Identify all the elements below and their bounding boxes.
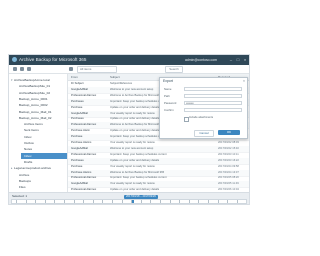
timeline-tick (25, 200, 27, 203)
timeline-tick (208, 200, 209, 203)
tree-item[interactable]: Backups (16, 178, 67, 184)
timeline-tick (131, 200, 133, 203)
timeline-tick (236, 200, 238, 203)
tree-item[interactable]: Inbox (21, 134, 67, 140)
status-bar: Selected: 1 2017/03/18 – 2017/03/26 (9, 192, 249, 204)
timeline-tick (227, 200, 229, 203)
tree-item-label: Notes (24, 147, 33, 152)
tree-item[interactable]: ArchiveBackupSite_01 (16, 83, 67, 89)
tree-item[interactable]: Outbox (21, 140, 67, 146)
minimize-button[interactable]: – (228, 57, 234, 62)
tree-item-label: ArchiveBackupSite_01 (19, 84, 51, 89)
timeline-tick (73, 200, 75, 203)
tree-item[interactable]: Archive Items (21, 121, 67, 127)
tree-item-label: Sent Items (24, 128, 39, 133)
tree-item[interactable]: Archive (16, 172, 67, 178)
filter-icon[interactable] (69, 67, 73, 71)
tree-item-label: Backup_Acme_Mail_01 (19, 109, 52, 114)
app-logo-icon (12, 57, 17, 62)
user-account[interactable]: admin@contoso.com (185, 56, 217, 64)
dialog-close-icon[interactable]: × (243, 79, 245, 84)
search-button[interactable]: Search (165, 66, 183, 73)
timeline-tick (121, 200, 123, 203)
tree-item[interactable]: Files (16, 184, 67, 190)
toolbar: All items Search (9, 65, 249, 74)
tree-item-label: Archive (19, 172, 30, 177)
export-dialog: Export × Name Path Password •••••••• Con… (159, 77, 248, 139)
tree-item-label: ArchiveBackupAcme.local (14, 78, 50, 82)
timeline-tick (16, 200, 17, 203)
confirm-field[interactable] (184, 108, 242, 112)
tree-item[interactable]: Drafts (21, 159, 67, 165)
password-label: Password (164, 101, 177, 105)
tree-item-label: Backup_Acme_Mail_02 (19, 115, 52, 120)
confirm-label: Confirm (164, 108, 174, 112)
ok-button[interactable]: OK (218, 130, 240, 135)
timeline-tick (198, 200, 200, 203)
attachments-checkbox-label: Include attachments (189, 116, 214, 119)
tree-item[interactable]: Backup_Acme_0002 (16, 102, 67, 108)
timeline-tick (169, 200, 171, 203)
timeline-tick (83, 200, 85, 203)
tree-item-label: Archive Items (24, 122, 43, 127)
tree-item-label: Inbox (24, 153, 32, 158)
timeline-tick (217, 200, 219, 203)
app-window: Archive Backup for Microsoft 365 admin@c… (8, 54, 250, 205)
timeline-tick (102, 200, 104, 203)
path-field[interactable] (184, 94, 242, 98)
timeline-tick (112, 200, 113, 203)
cancel-button[interactable]: Cancel (194, 130, 214, 137)
timeline-tick (179, 200, 181, 203)
timeline-range-badge: 2017/03/18 – 2017/03/26 (124, 195, 158, 199)
window-title: Archive Backup for Microsoft 365 (19, 57, 87, 62)
tree-item[interactable]: Backup_Acme_0001 (16, 96, 67, 102)
timeline-tick (150, 200, 152, 203)
tree-item-label: Drafts (24, 159, 33, 164)
tree-item-label: Backup_Acme_0002 (19, 103, 48, 108)
tree-item[interactable]: ▸Legal.acmeproduct.archive (11, 165, 67, 171)
timeline-bar[interactable]: 2017/03/18 – 2017/03/26 (11, 195, 247, 204)
back-icon[interactable] (13, 67, 17, 71)
dialog-title: Export (163, 79, 173, 83)
tree-item-label: Backup_Acme_0001 (19, 96, 48, 101)
name-field[interactable] (184, 87, 242, 91)
export-icon[interactable] (27, 67, 31, 71)
tree-item[interactable]: Inbox (21, 152, 67, 159)
path-label: Path (164, 94, 170, 98)
column-subject[interactable]: Subject (110, 74, 120, 80)
tree-item[interactable]: Backup_Acme_Mail_02 (16, 115, 67, 121)
timeline-tick (140, 200, 142, 203)
tree-item-label: Outbox (24, 141, 34, 145)
tree-item-label: ArchiveBackupSite_02 (19, 90, 51, 95)
timeline-tick (92, 200, 94, 203)
tree-item[interactable]: Backup_Acme_Mail_01 (16, 109, 67, 115)
timeline-tick (35, 200, 37, 203)
timeline-tick (44, 200, 46, 203)
tree-item-label: Legal.acmeproduct.archive (14, 166, 52, 171)
password-field[interactable]: •••••••• (184, 101, 242, 105)
timeline-tick (160, 200, 161, 203)
tree-item[interactable]: ▾ArchiveBackupAcme.local (11, 77, 67, 83)
refresh-icon[interactable] (20, 67, 24, 71)
folder-tree: ▾ArchiveBackupAcme.local ArchiveBackupSit… (9, 74, 68, 192)
timeline-tick (64, 200, 65, 203)
tree-item-label: Files (19, 185, 26, 190)
tree-item-label: Inbox (24, 134, 32, 139)
timeline-tick (188, 200, 190, 203)
tree-item[interactable]: Sent Items (21, 127, 67, 133)
timeline-tick (54, 200, 56, 203)
tree-item-label: Backups (19, 178, 31, 183)
column-from[interactable]: From (71, 74, 78, 80)
title-bar: Archive Backup for Microsoft 365 admin@c… (9, 55, 249, 65)
maximize-button[interactable]: □ (235, 57, 241, 62)
tree-item[interactable]: ArchiveBackupSite_02 (16, 90, 67, 96)
name-label: Name (164, 87, 172, 91)
timeline-handle[interactable] (132, 200, 134, 203)
filter-dropdown[interactable]: All items (77, 66, 117, 73)
tree-item[interactable]: Notes (21, 146, 67, 152)
close-button[interactable]: × (242, 57, 248, 62)
